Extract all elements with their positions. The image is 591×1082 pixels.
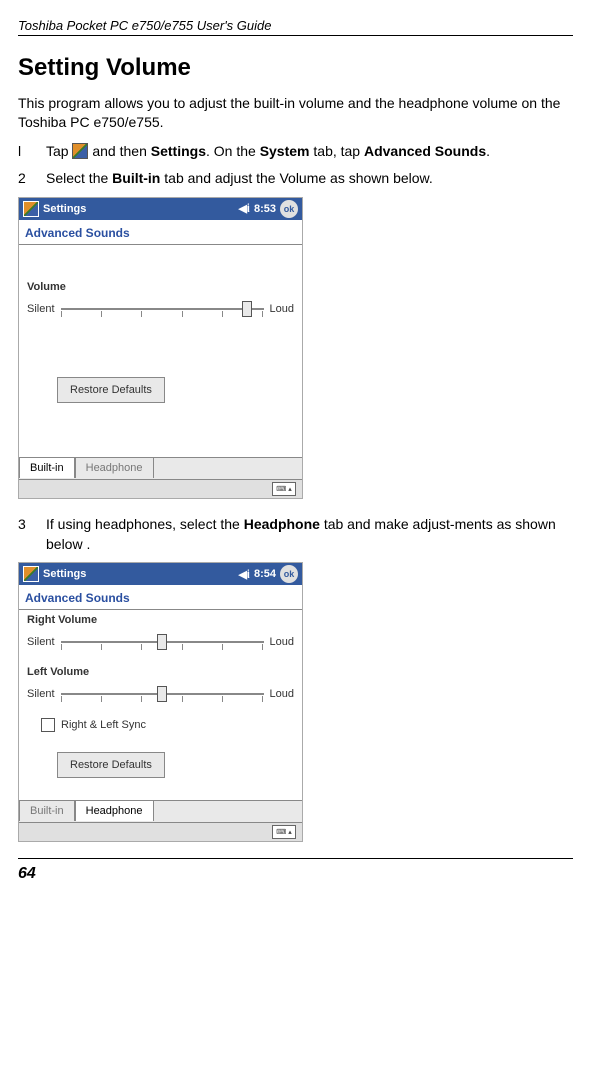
- right-volume-slider[interactable]: [61, 632, 264, 652]
- titlebar: Settings ◀ἱ 8:53 ok: [19, 198, 302, 220]
- step-3-number: 3: [18, 515, 46, 554]
- sip-bar: ⌨ ▴: [19, 479, 302, 498]
- step-2-text-b: tab and adjust the Volume as shown below…: [160, 170, 432, 186]
- sync-label: Right & Left Sync: [61, 719, 146, 731]
- loud-label: Loud: [270, 688, 294, 700]
- volume-label: Volume: [27, 281, 294, 293]
- step-1-text-c: . On the: [206, 143, 260, 159]
- volume-slider[interactable]: [61, 299, 264, 319]
- tab-bar: Built-in Headphone: [19, 800, 302, 822]
- tab-bar: Built-in Headphone: [19, 457, 302, 479]
- restore-defaults-button[interactable]: Restore Defaults: [57, 377, 165, 403]
- silent-label: Silent: [27, 636, 55, 648]
- step-1-text-d: tab, tap: [310, 143, 364, 159]
- step-1-text-e: .: [486, 143, 490, 159]
- step-1-settings: Settings: [151, 143, 206, 159]
- left-volume-label: Left Volume: [27, 666, 294, 678]
- ok-button[interactable]: ok: [280, 565, 298, 583]
- speaker-icon[interactable]: ◀ἱ: [238, 202, 250, 215]
- silent-label: Silent: [27, 688, 55, 700]
- window-title: Settings: [43, 203, 86, 215]
- start-icon[interactable]: [23, 201, 39, 217]
- start-icon[interactable]: [23, 566, 39, 582]
- step-1-body: Tap and then Settings. On the System tab…: [46, 142, 573, 162]
- keyboard-icon[interactable]: ⌨ ▴: [272, 482, 296, 496]
- step-2-builtin: Built-in: [112, 170, 160, 186]
- volume-slider-row: Silent Loud: [27, 299, 294, 319]
- settings-section-title: Advanced Sounds: [19, 220, 302, 244]
- loud-label: Loud: [270, 636, 294, 648]
- keyboard-icon[interactable]: ⌨ ▴: [272, 825, 296, 839]
- step-3-body: If using headphones, select the Headphon…: [46, 515, 573, 554]
- step-2: 2 Select the Built-in tab and adjust the…: [18, 169, 573, 189]
- step-1-number: l: [18, 142, 46, 162]
- left-volume-slider[interactable]: [61, 684, 264, 704]
- step-2-text-a: Select the: [46, 170, 112, 186]
- screenshot-builtin: Settings ◀ἱ 8:53 ok Advanced Sounds Volu…: [18, 197, 303, 499]
- tab-builtin[interactable]: Built-in: [19, 457, 75, 478]
- step-1-system: System: [260, 143, 310, 159]
- page-title: Setting Volume: [18, 54, 573, 82]
- running-header: Toshiba Pocket PC e750/e755 User's Guide: [18, 18, 573, 33]
- left-volume-slider-row: Silent Loud: [27, 684, 294, 704]
- step-3-headphone: Headphone: [244, 516, 320, 532]
- window-title: Settings: [43, 568, 86, 580]
- intro-paragraph: This program allows you to adjust the bu…: [18, 94, 573, 132]
- sync-checkbox[interactable]: [41, 718, 55, 732]
- tab-builtin[interactable]: Built-in: [19, 800, 75, 821]
- loud-label: Loud: [270, 303, 294, 315]
- right-volume-label: Right Volume: [27, 614, 294, 626]
- ok-button[interactable]: ok: [280, 200, 298, 218]
- step-1-text-a: Tap: [46, 143, 72, 159]
- step-1: l Tap and then Settings. On the System t…: [18, 142, 573, 162]
- tab-headphone[interactable]: Headphone: [75, 800, 154, 821]
- header-rule: [18, 35, 573, 36]
- start-icon: [72, 143, 88, 159]
- speaker-icon[interactable]: ◀ἱ: [238, 568, 250, 581]
- silent-label: Silent: [27, 303, 55, 315]
- footer-rule: [18, 858, 573, 859]
- settings-section-title: Advanced Sounds: [19, 585, 302, 609]
- tab-headphone[interactable]: Headphone: [75, 457, 154, 478]
- page-number: 64: [18, 865, 573, 883]
- restore-defaults-button[interactable]: Restore Defaults: [57, 752, 165, 778]
- step-2-number: 2: [18, 169, 46, 189]
- sip-bar: ⌨ ▴: [19, 822, 302, 841]
- step-2-body: Select the Built-in tab and adjust the V…: [46, 169, 573, 189]
- sync-checkbox-row: Right & Left Sync: [41, 718, 294, 732]
- titlebar: Settings ◀ἱ 8:54 ok: [19, 563, 302, 585]
- step-1-text-b: and then: [92, 143, 150, 159]
- right-volume-slider-row: Silent Loud: [27, 632, 294, 652]
- step-1-adv: Advanced Sounds: [364, 143, 486, 159]
- clock: 8:53: [254, 203, 276, 215]
- clock: 8:54: [254, 568, 276, 580]
- step-3: 3 If using headphones, select the Headph…: [18, 515, 573, 554]
- screenshot-headphone: Settings ◀ἱ 8:54 ok Advanced Sounds Righ…: [18, 562, 303, 842]
- step-3-text-a: If using headphones, select the: [46, 516, 244, 532]
